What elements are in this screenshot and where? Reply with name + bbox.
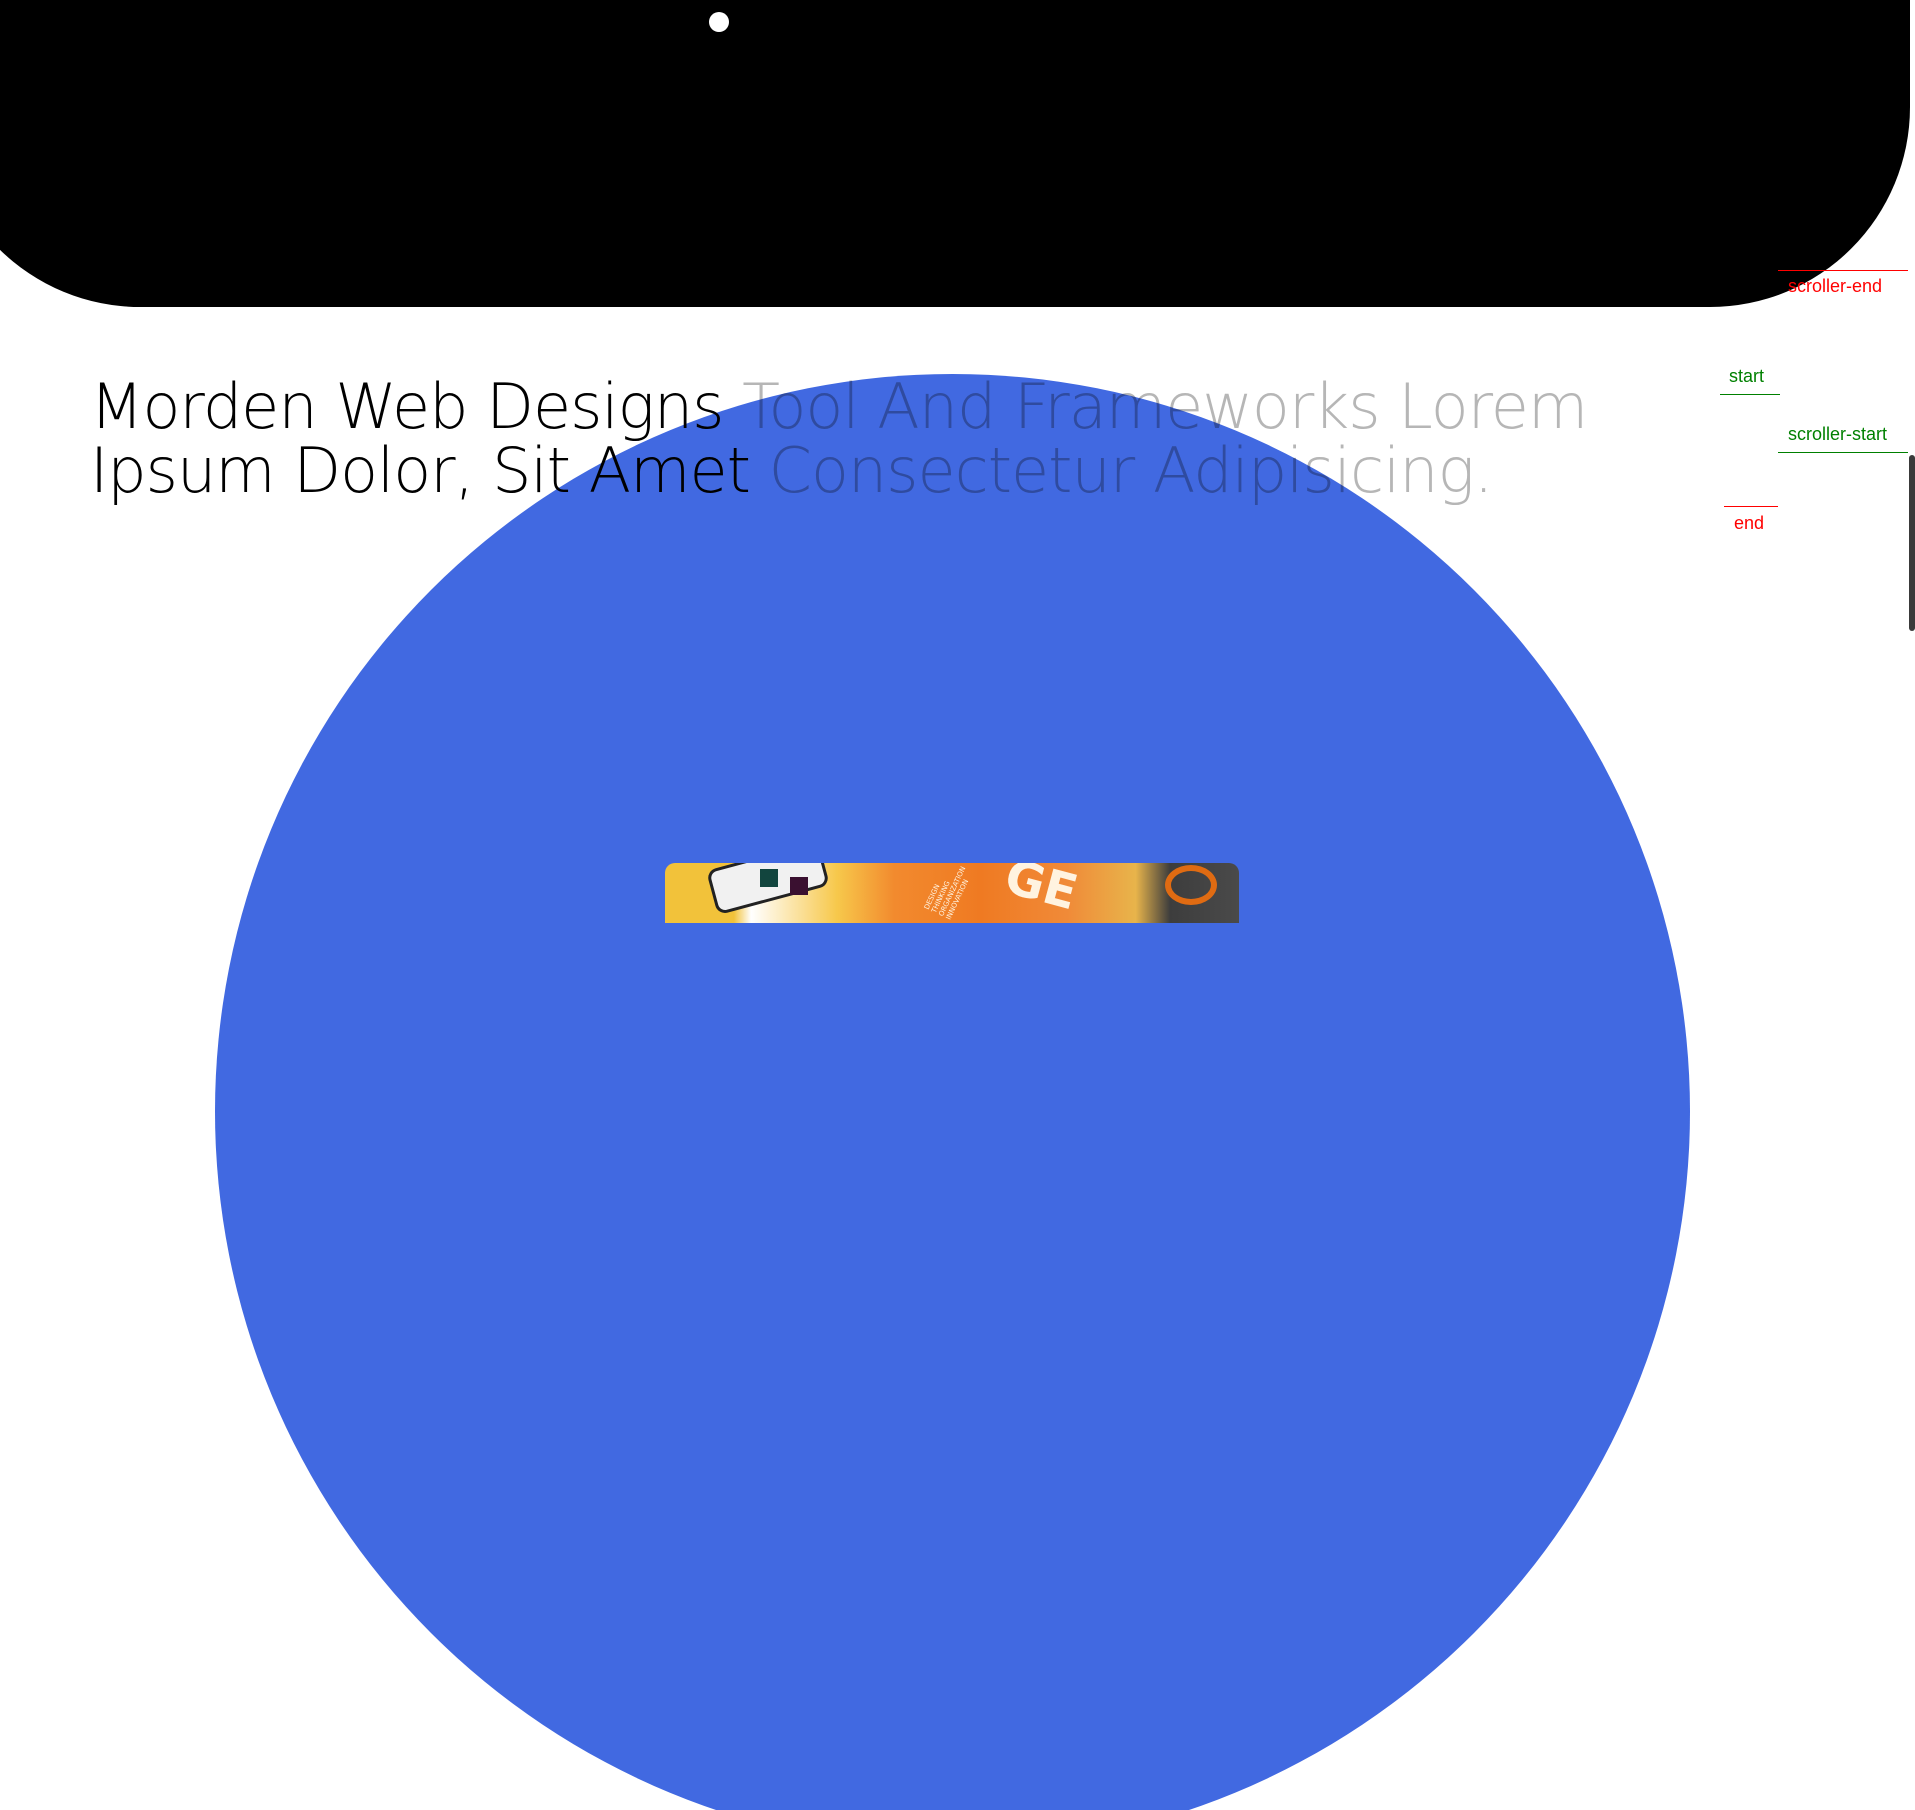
marker-line [1778,452,1908,453]
qr-code-icon [760,869,778,887]
heading-line2-light: Consectetur Adipisicing. [749,434,1494,507]
qr-code-icon [790,877,808,895]
page-heading: Morden Web Designs Tool And Frameworks L… [90,375,1650,503]
photo-logo-text: GE [998,863,1084,922]
blue-circle-background [215,374,1690,1810]
heading-line1-light: Tool And Frameworks Lorem [723,370,1588,443]
heading-line1-dark: Morden Web Designs [90,370,724,443]
design-photo: DESIGN THINKING ORGANIZATION INNOVATION … [665,863,1239,923]
marker-label: scroller-end [1788,276,1883,296]
marker-scroller-start: scroller-start [1778,424,1908,453]
marker-label: scroller-start [1788,424,1888,444]
marker-label: end [1734,513,1765,533]
photo-caption: DESIGN THINKING ORGANIZATION INNOVATION [922,865,971,921]
marker-line [1720,394,1780,395]
scrollbar[interactable] [1909,0,1915,905]
marker-label: start [1729,366,1765,386]
custom-cursor-dot [709,12,729,32]
hero-black-section [0,0,1910,307]
scissors-icon [1165,865,1217,905]
marker-line [1778,270,1908,271]
marker-scroller-end: scroller-end [1778,270,1908,297]
heading-line2-dark: Ipsum Dolor, Sit Amet [90,434,751,507]
scrollbar-thumb[interactable] [1909,455,1915,631]
marker-start: start [1720,366,1780,395]
marker-line [1724,506,1778,507]
marker-end: end [1724,506,1778,534]
